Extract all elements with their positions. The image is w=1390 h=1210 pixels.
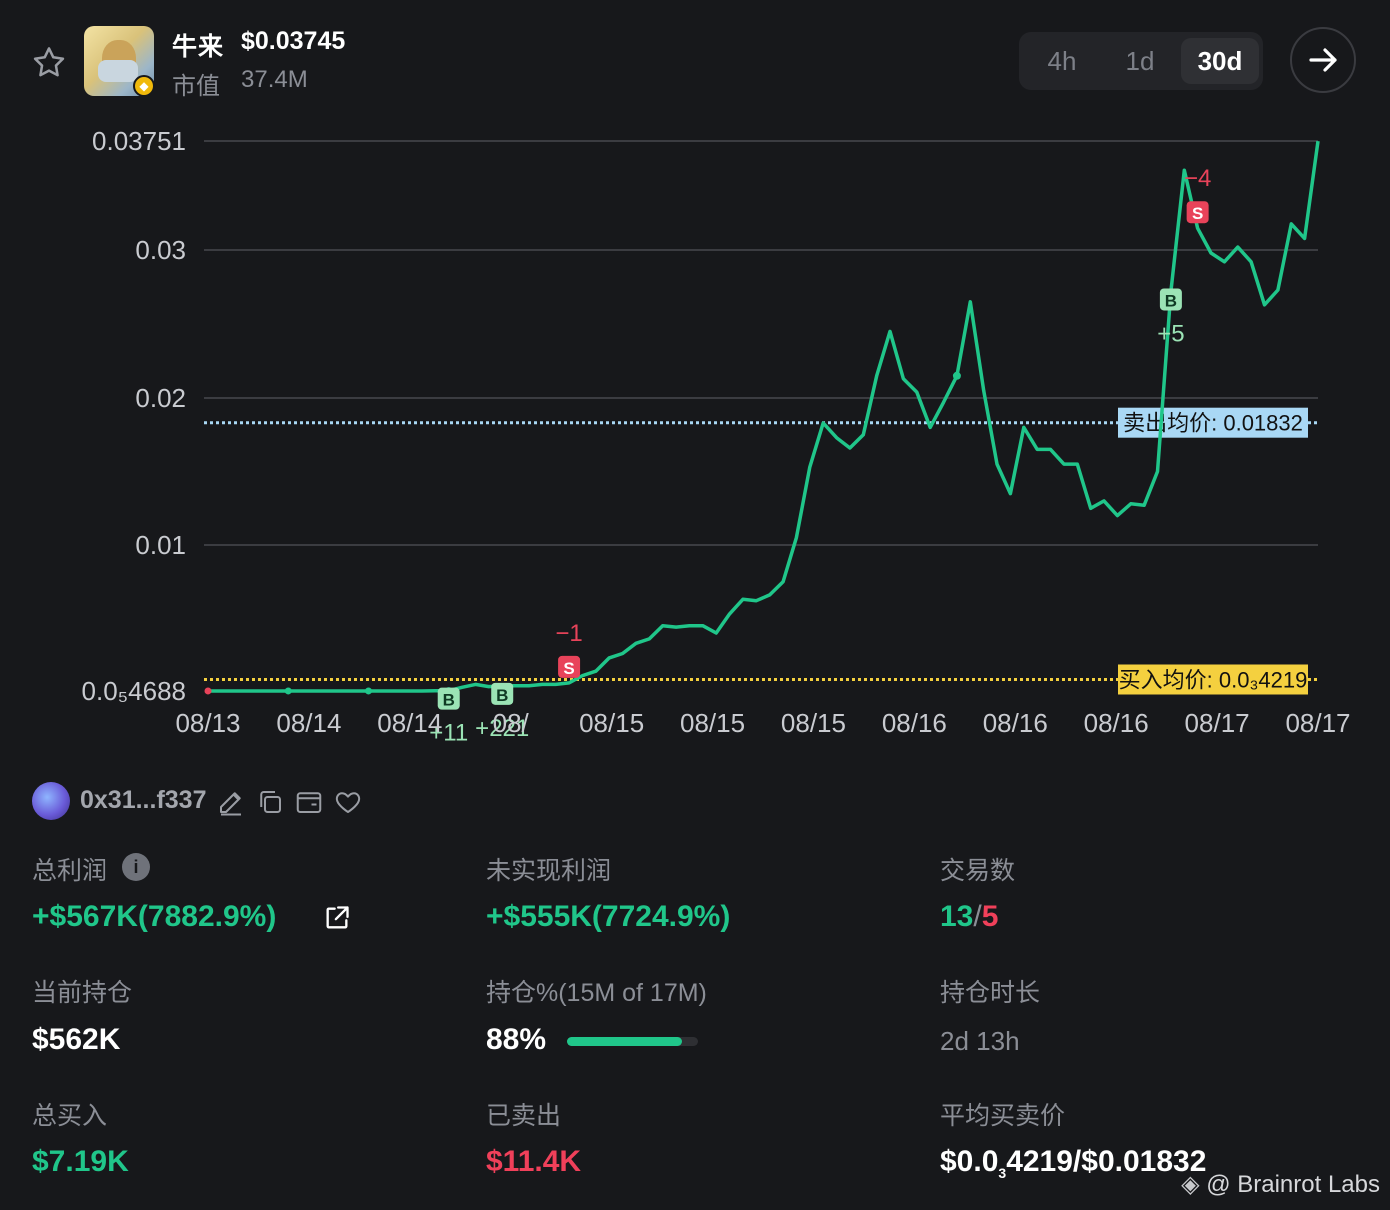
reference-label: 卖出均价: 0.01832 [1123,411,1303,436]
y-tick-label: 0.01 [135,530,186,560]
timeframe-30d[interactable]: 30d [1181,38,1259,84]
x-tick-label: 08/14 [377,708,442,738]
total-buy-value: $7.19K [32,1145,129,1178]
wallet-avatar [32,782,70,820]
avg-prices-post: 4219/$0.01832 [1006,1145,1207,1178]
y-tick-label: 0.0₅4688 [82,676,186,706]
x-tick-label: 08/ [493,708,530,738]
wallet-address[interactable]: 0x31...f337 [80,786,207,815]
series-dot [204,687,212,695]
holding-duration-label: 持仓时长 [940,979,1041,1007]
marker-amount: +5 [1157,320,1184,347]
trades-label: 交易数 [940,857,1016,885]
y-axis-labels: 0.03751 0.03 0.02 0.01 0.0₅4688 [82,126,186,706]
copy-icon[interactable] [255,787,285,817]
timeframe-4h[interactable]: 4h [1031,38,1093,84]
price-chart: 0.03751 0.03 0.02 0.01 0.0₅4688 卖出均价: 0.0183… [82,126,1351,747]
x-tick-label: 08/15 [781,708,846,738]
total-buy-label: 总买入 [32,1102,108,1130]
x-tick-label: 08/13 [175,708,240,738]
trades-sells: 5 [981,900,999,933]
star-icon[interactable] [30,44,68,82]
pencil-icon[interactable] [216,787,246,817]
x-tick-label: 08/15 [680,708,745,738]
timeframe-selector: 4h 1d 30d [1019,32,1263,90]
arrow-right-icon [1309,48,1337,72]
sold-value: $11.4K [486,1145,582,1178]
buy-marker: B +5 [1157,288,1185,347]
total-profit-value: +$567K(7882.9%) [32,900,277,933]
x-tick-label: 08/17 [1285,708,1350,738]
y-tick-label: 0.02 [135,383,186,413]
y-tick-label: 0.03751 [92,126,186,156]
avg-prices-label: 平均买卖价 [940,1102,1066,1130]
market-cap-value: 37.4M [241,66,308,93]
total-profit-label: 总利润 [32,857,108,885]
x-tick-label: 08/16 [882,708,947,738]
marker-amount: −1 [555,620,582,647]
heart-icon[interactable] [333,787,363,817]
x-tick-label: 08/17 [1185,708,1250,738]
x-tick-label: 08/15 [579,708,644,738]
trades-sep: / [973,900,982,933]
watermark: ◈ @ Brainrot Labs [1181,1171,1380,1198]
reference-label: 买入均价: 0.0₃4219 [1119,667,1308,692]
series-dot [952,371,961,380]
series-dot [284,687,292,695]
trades-buys: 13 [940,900,974,933]
avg-prices-pre: $0.0 [940,1145,999,1178]
x-tick-label: 08/16 [983,708,1048,738]
holding-pct-value: 88% [486,1023,547,1056]
token-price: $0.03745 [241,27,346,55]
x-tick-label: 08/16 [1084,708,1149,738]
marker-letter: S [1192,204,1203,223]
trade-markers: S−1S−4B+5B+11B+221 [429,165,1211,746]
bnb-chain-icon: ◆ [133,75,155,97]
series-dot [364,687,372,695]
current-position-label: 当前持仓 [32,979,133,1007]
reference-lines: 卖出均价: 0.01832 买入均价: 0.0₃4219 [204,407,1318,695]
unrealized-profit-value: +$555K(7724.9%) [486,900,731,933]
wallet-icon[interactable] [294,787,324,817]
trades-value: 13/5 [940,900,998,934]
y-tick-label: 0.03 [135,235,186,265]
info-icon[interactable]: i [122,853,150,881]
next-button[interactable] [1290,27,1356,93]
sold-label: 已卖出 [486,1102,562,1130]
x-axis-labels: 08/13 08/14 08/14 08/08/15 08/15 08/15 08/16 08… [175,708,1350,738]
watermark-text: @ Brainrot Labs [1206,1171,1380,1198]
marker-letter: B [443,691,455,710]
market-cap-label: 市值 [172,73,220,100]
x-tick-label: 08/14 [276,708,341,738]
sell-marker: S −1 [555,620,583,678]
external-link-icon[interactable] [323,904,351,932]
marker-amount: −4 [1184,165,1211,192]
token-name: 牛来 [172,33,225,61]
marker-letter: B [1165,291,1177,310]
marker-letter: S [563,659,574,678]
unrealized-profit-label: 未实现利润 [486,857,612,885]
timeframe-1d[interactable]: 1d [1107,38,1173,84]
holding-duration-value: 2d 13h [940,1026,1020,1056]
avg-prices-value: $0.034219/$0.01832 [940,1145,1206,1181]
holding-pct-label: 持仓%(15M of 17M) [486,979,707,1007]
holding-progress-fill [567,1037,683,1046]
current-position-value: $562K [32,1023,121,1056]
marker-letter: B [496,686,508,705]
